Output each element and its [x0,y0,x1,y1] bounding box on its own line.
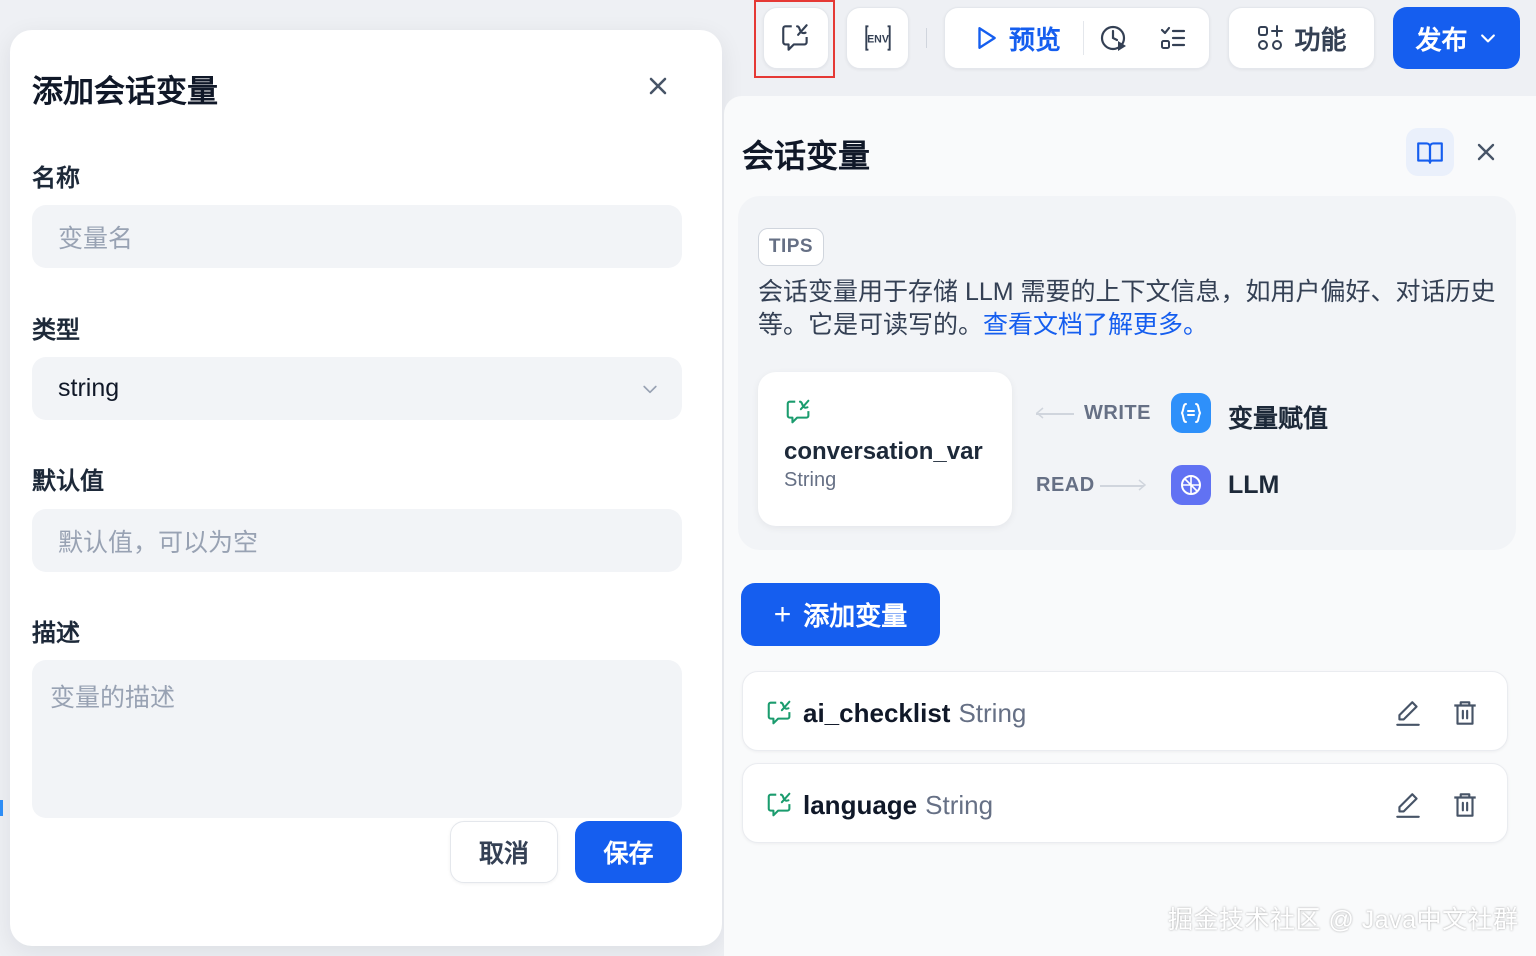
name-label: 名称 [32,165,80,192]
default-value-label: 默认值 [32,468,104,495]
tips-text: 会话变量用于存储 LLM 需要的上下文信息，如用户偏好、对话历史等。它是可读写的… [758,276,1498,342]
variable-type: String [925,790,994,820]
env-button[interactable]: ENV [846,7,909,69]
name-placeholder: 变量名 [58,224,134,253]
variable-text: ai_checklist String [803,698,1026,729]
write-label: WRITE [1084,402,1151,424]
watermark: 掘金技术社区 @ Java中文社群 [1168,906,1519,934]
edit-icon[interactable] [1393,698,1423,728]
trash-icon[interactable] [1450,790,1480,820]
description-label: 描述 [32,620,80,647]
arrow-left-icon [1035,407,1044,419]
publish-label: 发布 [1415,24,1468,55]
preview-group: 预览 [944,7,1210,69]
llm-node-label: LLM [1228,471,1280,499]
read-label: READ [1036,474,1095,496]
name-input[interactable]: 变量名 [32,205,682,268]
book-icon [1417,142,1443,164]
variable-assigner-icon [1180,403,1202,423]
chevron-down-icon [643,385,657,394]
trash-icon[interactable] [1450,698,1480,728]
group-divider [1083,21,1085,55]
preview-button[interactable]: 预览 [973,20,1061,57]
type-label: 类型 [32,317,80,344]
publish-button[interactable]: 发布 [1393,7,1520,69]
panel-title: 会话变量 [742,138,871,174]
llm-icon [1181,475,1201,495]
add-variable-button[interactable]: + 添加变量 [741,583,940,646]
assign-node-label: 变量赋值 [1228,405,1329,433]
example-variable-name: conversation_var [784,438,983,465]
feature-button[interactable]: 功能 [1228,7,1375,69]
feature-icon [1258,25,1284,50]
close-icon[interactable] [1474,140,1498,164]
modal-title: 添加会话变量 [32,74,218,109]
llm-node-badge [1171,465,1211,505]
conversation-variable-icon [767,700,791,725]
type-select-value: string [58,374,120,402]
add-variable-label: 添加变量 [803,601,908,631]
feature-label: 功能 [1294,24,1347,55]
description-textarea[interactable]: 变量的描述 [32,660,682,818]
env-label: ENV [867,33,889,45]
variable-name: language [803,790,918,820]
arrow-right-icon [1138,479,1147,491]
env-icon: ENV [864,25,891,51]
chevron-down-icon [1480,34,1495,43]
conversation-variable-icon [767,792,791,817]
edit-icon[interactable] [1393,790,1423,820]
type-select[interactable]: string [32,357,682,420]
docs-link[interactable]: 查看文档了解更多。 [983,311,1208,339]
default-value-placeholder: 默认值，可以为空 [58,528,259,557]
cancel-button[interactable]: 取消 [450,821,558,883]
variable-list-item[interactable]: language String [742,763,1508,843]
tips-badge: TIPS [758,228,824,266]
variable-text: language String [803,790,993,821]
variable-name: ai_checklist [803,698,951,728]
run-history-icon[interactable] [1098,22,1130,54]
plus-icon: + [773,597,792,631]
docs-button[interactable] [1406,128,1454,176]
description-placeholder: 变量的描述 [50,684,176,712]
highlight-box [754,0,835,78]
assign-node-badge [1171,393,1211,433]
preview-label: 预览 [1009,24,1062,55]
save-button[interactable]: 保存 [575,821,682,883]
close-icon[interactable] [644,72,672,100]
example-variable-type: String [784,469,837,491]
variable-type: String [958,698,1027,728]
variable-list-item[interactable]: ai_checklist String [742,671,1508,751]
conversation-variable-icon [786,399,810,424]
checklist-icon[interactable] [1158,23,1188,53]
toolbar-separator [926,28,927,48]
default-value-input[interactable]: 默认值，可以为空 [32,509,682,572]
play-icon [978,27,996,49]
edge-marker [0,800,3,816]
